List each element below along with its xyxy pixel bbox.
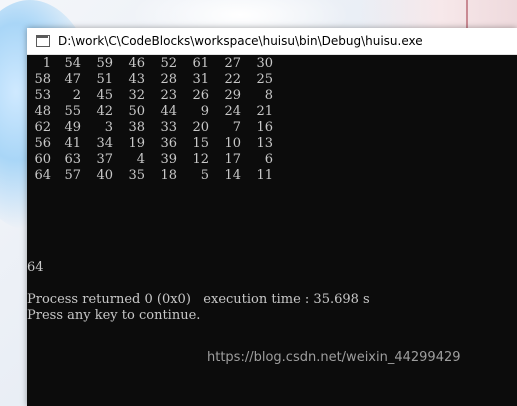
grid-cell: 9 [200,104,209,119]
count-output: 64 [27,260,44,275]
grid-cell: 40 [96,168,113,183]
grid-cell: 29 [224,88,241,103]
grid-cell: 26 [192,88,209,103]
grid-cell: 34 [96,136,113,151]
grid-cell: 35 [128,168,145,183]
grid-cell: 52 [160,56,177,71]
grid-cell: 42 [96,104,113,119]
grid-cell: 57 [64,168,81,183]
grid-cell: 53 [34,88,51,103]
grid-cell: 62 [34,120,51,135]
grid-cell: 10 [224,136,241,151]
grid-cell: 45 [96,88,113,103]
grid-cell: 58 [34,72,51,87]
grid-cell: 27 [224,56,241,71]
grid-cell: 50 [128,104,145,119]
grid-cell: 16 [256,120,273,135]
process-returned-line: Process returned 0 (0x0) execution time … [27,292,370,307]
window-title: D:\work\C\CodeBlocks\workspace\huisu\bin… [58,34,423,48]
grid-cell: 47 [64,72,81,87]
grid-cell: 49 [64,120,81,135]
grid-cell: 39 [160,152,177,167]
wallpaper-stroke [466,0,468,30]
grid-cell: 31 [192,72,209,87]
grid-cell: 12 [192,152,209,167]
grid-cell: 23 [160,88,177,103]
grid-cell: 54 [64,56,81,71]
grid-cell: 36 [160,136,177,151]
grid-cell: 44 [160,104,177,119]
grid-cell: 1 [42,56,51,71]
grid-cell: 7 [232,120,241,135]
grid-cell: 63 [64,152,81,167]
watermark: https://blog.csdn.net/weixin_44299429 [207,350,461,365]
grid-cell: 13 [256,136,273,151]
grid-cell: 15 [192,136,209,151]
grid-cell: 19 [128,136,145,151]
grid-cell: 22 [224,72,241,87]
console-window-icon[interactable] [36,35,50,47]
grid-cell: 25 [256,72,273,87]
grid-cell: 6 [264,152,273,167]
grid-cell: 56 [34,136,51,151]
grid-cell: 21 [256,104,273,119]
grid-cell: 51 [96,72,113,87]
grid-cell: 59 [96,56,113,71]
grid-cell: 24 [224,104,241,119]
grid-cell: 38 [128,120,145,135]
grid-cell: 28 [160,72,177,87]
grid-cell: 17 [224,152,241,167]
title-bar[interactable]: D:\work\C\CodeBlocks\workspace\huisu\bin… [27,28,517,55]
grid-cell: 14 [224,168,241,183]
grid-cell: 48 [34,104,51,119]
grid-cell: 3 [104,120,113,135]
grid-cell: 46 [128,56,145,71]
grid-cell: 2 [72,88,81,103]
grid-cell: 20 [192,120,209,135]
grid-cell: 4 [136,152,145,167]
grid-cell: 18 [160,168,177,183]
grid-cell: 55 [64,104,81,119]
grid-cell: 60 [34,152,51,167]
grid-cell: 5 [200,168,209,183]
grid-cell: 64 [34,168,51,183]
grid-cell: 37 [96,152,113,167]
grid-cell: 41 [64,136,81,151]
grid-cell: 8 [264,88,273,103]
grid-cell: 33 [160,120,177,135]
grid-cell: 32 [128,88,145,103]
grid-cell: 11 [256,168,273,183]
press-any-key-line: Press any key to continue. [27,308,201,323]
grid-cell: 61 [192,56,209,71]
grid-cell: 30 [256,56,273,71]
grid-cell: 43 [128,72,145,87]
